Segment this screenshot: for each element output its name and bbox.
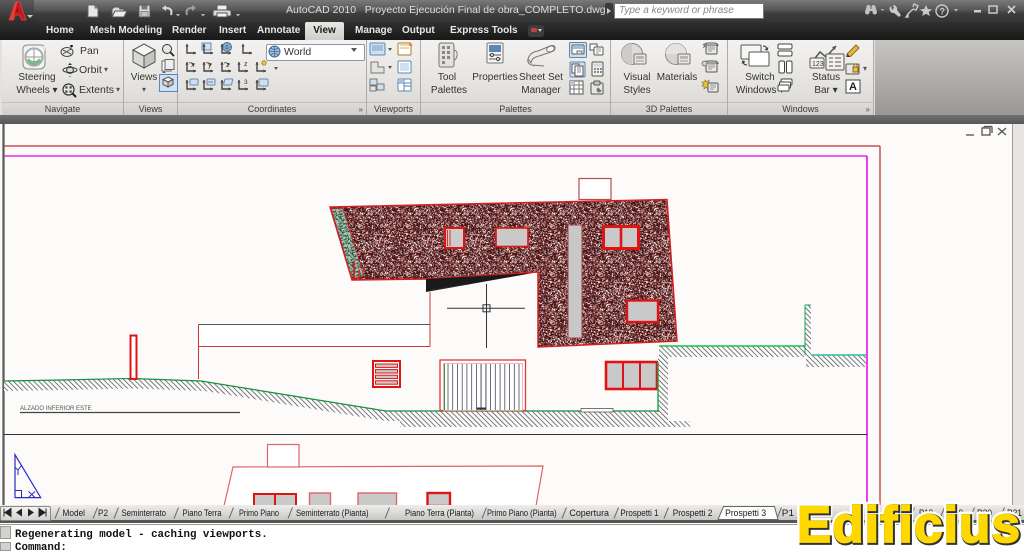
- svg-text:Prospetti 1: Prospetti 1: [620, 508, 658, 518]
- svg-text:Copertura: Copertura: [569, 508, 609, 518]
- svg-text:Model: Model: [63, 508, 86, 518]
- svg-text:Prospetti 2: Prospetti 2: [673, 508, 713, 518]
- svg-text:Piano Terra (Pianta): Piano Terra (Pianta): [405, 508, 474, 518]
- svg-text:Prospetti 3: Prospetti 3: [725, 508, 766, 518]
- svg-text:A: A: [849, 81, 857, 93]
- svg-text:?: ?: [940, 7, 946, 17]
- svg-text:ALZADO INFERIOR ESTE: ALZADO INFERIOR ESTE: [20, 406, 92, 412]
- svg-text:3: 3: [244, 79, 248, 86]
- svg-text:z: z: [244, 61, 248, 68]
- svg-text:Piano Terra: Piano Terra: [183, 508, 222, 518]
- svg-text:123: 123: [812, 61, 824, 68]
- svg-text:Seminterrato: Seminterrato: [122, 508, 167, 518]
- svg-text:Primo Piano: Primo Piano: [239, 508, 279, 518]
- svg-text:P2: P2: [98, 508, 108, 518]
- svg-text:Primo Piano (Pianta): Primo Piano (Pianta): [487, 508, 557, 518]
- svg-text:Seminterrato (Pianta): Seminterrato (Pianta): [296, 508, 369, 518]
